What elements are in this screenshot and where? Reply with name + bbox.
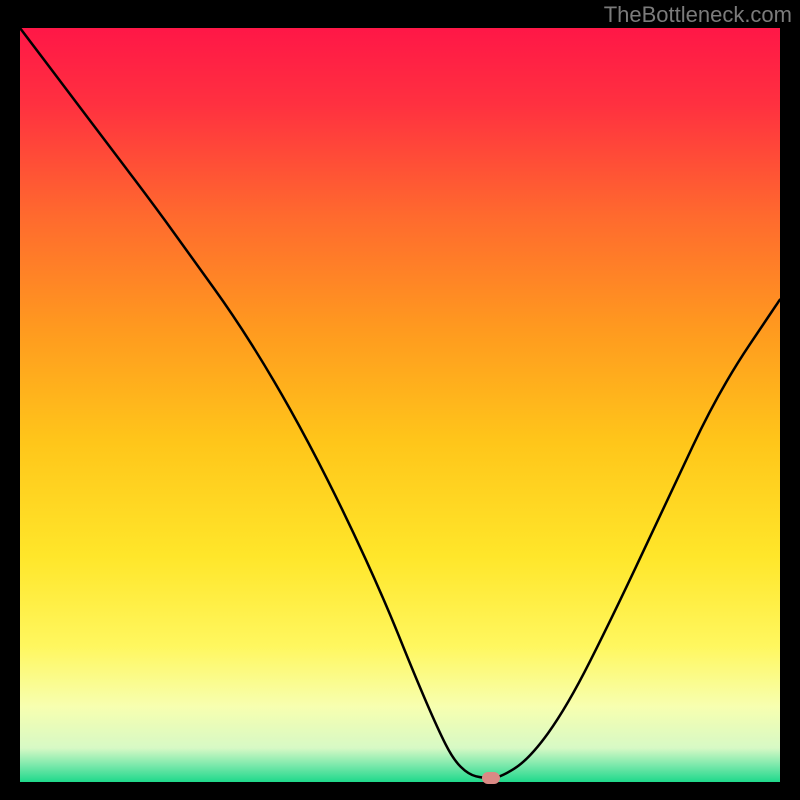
chart-svg (20, 28, 780, 782)
chart-frame: TheBottleneck.com (0, 0, 800, 800)
gradient-background (20, 28, 780, 782)
optimal-point-marker (482, 772, 500, 784)
plot-area (20, 28, 780, 782)
watermark-text: TheBottleneck.com (604, 2, 792, 28)
